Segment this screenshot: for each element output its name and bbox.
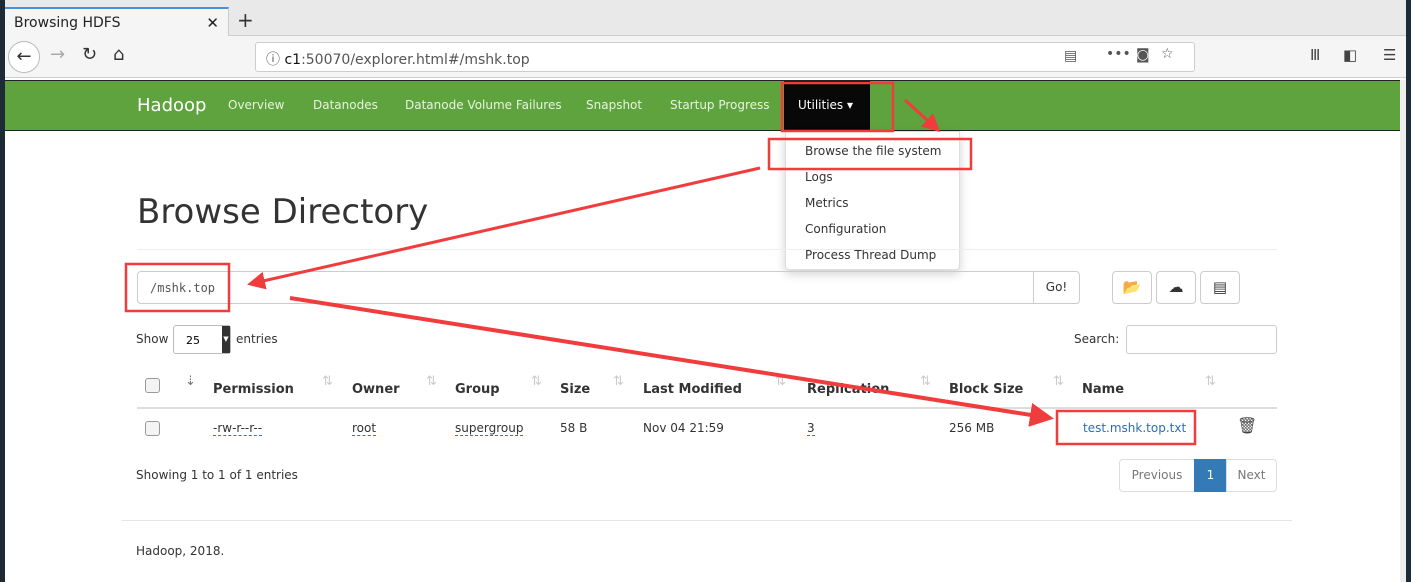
- cell-owner[interactable]: root: [352, 421, 377, 436]
- caret-down-icon: ▾: [847, 98, 854, 112]
- show-label: Show: [136, 332, 169, 346]
- library-icon[interactable]: Ⅲ: [1310, 46, 1320, 64]
- brand[interactable]: Hadoop: [137, 95, 206, 116]
- nav-utilities[interactable]: Utilities ▾: [784, 81, 870, 131]
- upload-icon[interactable]: ☁: [1156, 271, 1196, 304]
- nav-overview[interactable]: Overview: [228, 98, 285, 112]
- bookmark-star-icon[interactable]: ☆: [1161, 46, 1174, 62]
- sort-icon[interactable]: ⇅: [1053, 374, 1064, 389]
- go-button[interactable]: Go!: [1033, 271, 1080, 304]
- close-tab-icon[interactable]: ✕: [206, 14, 219, 32]
- col-group[interactable]: Group: [455, 382, 500, 397]
- navbar: Hadoop Overview Datanodes Datanode Volum…: [5, 80, 1406, 131]
- cell-block-size: 256 MB: [949, 421, 995, 435]
- select-all-checkbox[interactable]: [145, 378, 160, 393]
- header-divider: [137, 407, 1277, 409]
- cell-modified: Nov 04 21:59: [643, 421, 724, 435]
- sidebar-icon[interactable]: ◧: [1343, 46, 1357, 64]
- tab-title: Browsing HDFS: [14, 15, 121, 31]
- url-path: :50070/explorer.html#/mshk.top: [301, 52, 530, 68]
- url-bar[interactable]: ⓘ c1:50070/explorer.html#/mshk.top ▤ •••…: [255, 42, 1195, 72]
- nav-volume-failures[interactable]: Datanode Volume Failures: [405, 98, 562, 112]
- forward-icon[interactable]: →: [50, 44, 65, 65]
- cell-group[interactable]: supergroup: [455, 421, 524, 436]
- col-permission[interactable]: Permission: [213, 382, 294, 397]
- sort-icon[interactable]: ⇅: [1205, 374, 1216, 389]
- nav-datanodes[interactable]: Datanodes: [313, 98, 378, 112]
- col-owner[interactable]: Owner: [352, 382, 400, 397]
- entries-label: entries: [236, 332, 278, 346]
- col-size[interactable]: Size: [560, 382, 590, 397]
- browser-tab[interactable]: Browsing HDFS ✕: [5, 7, 229, 36]
- tab-bar: Browsing HDFS ✕ +: [5, 0, 1406, 36]
- col-block-size[interactable]: Block Size: [949, 382, 1023, 397]
- col-name[interactable]: Name: [1082, 382, 1124, 397]
- sort-icon[interactable]: ⇅: [426, 374, 437, 389]
- file-link[interactable]: test.mshk.top.txt: [1083, 421, 1186, 435]
- path-input[interactable]: /mshk.top: [137, 271, 1035, 304]
- sort-icon[interactable]: ⇅: [322, 374, 333, 389]
- col-replication[interactable]: Replication: [807, 382, 889, 397]
- nav-startup-progress[interactable]: Startup Progress: [670, 98, 770, 112]
- sort-icon[interactable]: ⇅: [775, 374, 786, 389]
- sort-icon[interactable]: ⇅: [531, 374, 542, 389]
- divider: [137, 249, 1277, 250]
- table-info: Showing 1 to 1 of 1 entries: [136, 468, 298, 482]
- back-icon[interactable]: ←: [8, 41, 40, 73]
- info-icon[interactable]: ⓘ: [266, 52, 284, 68]
- browser-toolbar: ← → ↻ ⌂ ⓘ c1:50070/explorer.html#/mshk.t…: [5, 36, 1406, 78]
- reader-view-icon[interactable]: ▤: [1064, 48, 1077, 64]
- page-1-button[interactable]: 1: [1194, 459, 1227, 492]
- sort-icon[interactable]: ⇣: [185, 374, 196, 389]
- new-tab-icon[interactable]: +: [237, 8, 254, 32]
- cell-permission[interactable]: -rw-r--r--: [213, 421, 263, 436]
- footer: Hadoop, 2018.: [136, 544, 225, 558]
- search-input[interactable]: [1126, 325, 1277, 354]
- menu-logs[interactable]: Logs: [805, 170, 833, 184]
- search-label: Search:: [1074, 332, 1120, 346]
- previous-button[interactable]: Previous: [1119, 459, 1195, 492]
- row-checkbox[interactable]: [145, 421, 160, 436]
- create-folder-icon[interactable]: 📂: [1112, 271, 1152, 304]
- cut-paste-list-icon[interactable]: ▤: [1200, 271, 1240, 304]
- url-host: c1: [284, 52, 302, 68]
- reload-icon[interactable]: ↻: [82, 44, 97, 65]
- scrollbar[interactable]: [1400, 80, 1406, 582]
- nav-snapshot[interactable]: Snapshot: [586, 98, 642, 112]
- col-last-modified[interactable]: Last Modified: [643, 382, 742, 397]
- home-icon[interactable]: ⌂: [113, 44, 124, 65]
- menu-metrics[interactable]: Metrics: [805, 196, 849, 210]
- cell-replication[interactable]: 3: [807, 421, 815, 436]
- pocket-icon[interactable]: ◙: [1136, 47, 1150, 63]
- menu-browse-fs[interactable]: Browse the file system: [805, 144, 942, 158]
- sort-icon[interactable]: ⇅: [613, 374, 624, 389]
- footer-divider: [122, 520, 1292, 521]
- entries-value: 25: [186, 334, 200, 347]
- trash-icon[interactable]: 🗑: [1237, 416, 1257, 435]
- cell-size: 58 B: [560, 421, 588, 435]
- utilities-label: Utilities: [798, 98, 844, 112]
- menu-thread-dump[interactable]: Process Thread Dump: [805, 248, 936, 262]
- page-actions-icon[interactable]: •••: [1106, 46, 1131, 62]
- caret-down-icon: ▼: [222, 326, 230, 353]
- next-button[interactable]: Next: [1226, 459, 1277, 492]
- entries-select[interactable]: 25 ▼: [173, 325, 231, 354]
- sort-icon[interactable]: ⇅: [920, 374, 931, 389]
- page-title: Browse Directory: [137, 192, 429, 232]
- menu-icon[interactable]: ☰: [1383, 46, 1396, 64]
- browser-window: Browsing HDFS ✕ + ← → ↻ ⌂ ⓘ c1:50070/expl…: [5, 0, 1406, 582]
- menu-configuration[interactable]: Configuration: [805, 222, 886, 236]
